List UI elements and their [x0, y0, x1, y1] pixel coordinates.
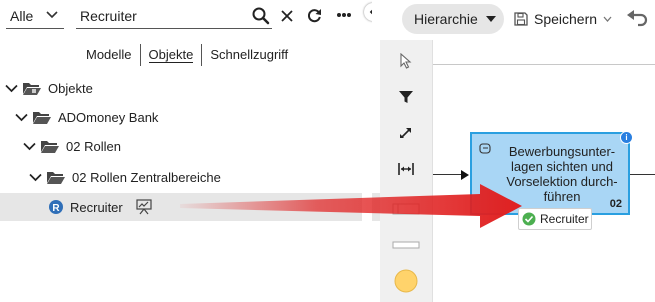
swimlane-line — [433, 64, 655, 65]
svg-text:R: R — [52, 203, 60, 214]
tree-item-label: Recruiter — [70, 199, 123, 215]
lane-shape-tool[interactable] — [380, 194, 432, 224]
tree-item-label: Objekte — [48, 80, 93, 96]
folder-open-icon — [33, 112, 51, 124]
tree-item-label: ADOmoney Bank — [58, 109, 159, 125]
more-options-icon[interactable] — [336, 12, 352, 18]
chevron-down-icon[interactable] — [14, 110, 28, 124]
clear-search-icon[interactable] — [280, 9, 294, 23]
folder-open-icon — [47, 172, 65, 184]
save-button[interactable]: Speichern — [514, 8, 612, 30]
search-input[interactable] — [76, 6, 240, 26]
filter-dropdown[interactable]: Alle — [6, 4, 64, 29]
role-assignment-badge[interactable]: Recruiter — [518, 208, 592, 230]
browser-tabs: Modelle Objekte Schnellzugriff — [78, 42, 296, 68]
presentation-icon[interactable] — [135, 199, 153, 215]
object-browser-panel: Alle Modelle Objekte Schnellzugriff — [0, 0, 410, 302]
activity-title: Bewerbungsunter-lagen sichten und Vorsel… — [506, 144, 618, 204]
tree-item-adomoney-bank[interactable]: ADOmoney Bank — [0, 103, 376, 131]
sequence-flow-arrowhead — [461, 170, 469, 180]
role-badge-label: Recruiter — [540, 212, 589, 226]
tree-item-objekte[interactable]: Objekte — [0, 74, 366, 102]
chevron-down-icon — [46, 11, 58, 19]
refresh-icon[interactable] — [306, 7, 323, 24]
horizontal-distribute-icon — [398, 163, 414, 175]
search-field[interactable] — [76, 4, 272, 29]
check-icon — [522, 212, 536, 226]
save-icon — [514, 12, 528, 26]
activity-number: 02 — [609, 198, 622, 210]
connect-tool[interactable] — [380, 118, 432, 148]
tree-item-label: 02 Rollen Zentralbereiche — [72, 169, 221, 185]
sequence-flow-in[interactable] — [433, 174, 463, 175]
sequence-flow-out[interactable] — [630, 174, 655, 175]
panel-divider[interactable] — [362, 0, 372, 302]
chevron-down-icon[interactable] — [28, 170, 42, 184]
tree-item-recruiter[interactable]: R Recruiter — [0, 193, 410, 221]
hierarchy-dropdown-button[interactable]: Hierarchie — [402, 4, 504, 34]
tree-item-02-rollen-zentralbereiche[interactable]: 02 Rollen Zentralbereiche — [0, 163, 390, 191]
filter-icon — [399, 91, 413, 103]
folder-open-icon — [41, 141, 59, 153]
rectangle-shape-icon — [392, 241, 420, 249]
tree-item-label: 02 Rollen — [66, 138, 121, 154]
activity-type-icon — [479, 143, 491, 154]
select-tool[interactable] — [380, 46, 432, 76]
event-shape-tool[interactable] — [380, 266, 432, 296]
chevron-down-icon[interactable] — [22, 139, 36, 153]
chevron-down-icon[interactable] — [4, 81, 18, 95]
lane-shape-icon — [392, 203, 420, 215]
text-shape-tool[interactable] — [380, 230, 432, 260]
tab-schnellzugriff[interactable]: Schnellzugriff — [201, 44, 296, 66]
chevron-down-icon — [603, 16, 612, 22]
distribute-tool[interactable] — [380, 154, 432, 184]
info-badge[interactable]: i — [620, 131, 633, 144]
save-label: Speichern — [534, 11, 598, 27]
tree-item-02-rollen[interactable]: 02 Rollen — [0, 132, 384, 160]
caret-down-icon — [485, 16, 496, 22]
search-icon[interactable] — [252, 7, 270, 25]
shape-palette — [380, 40, 433, 302]
filter-tool[interactable] — [380, 82, 432, 112]
diagonal-arrows-icon — [400, 128, 411, 138]
pointer-icon — [400, 53, 412, 69]
activity-shape[interactable]: Bewerbungsunter-lagen sichten und Vorsel… — [470, 132, 630, 215]
undo-icon[interactable] — [626, 8, 650, 30]
role-icon: R — [49, 200, 63, 214]
tab-objekte[interactable]: Objekte — [139, 44, 202, 66]
folder-open-icon — [23, 83, 41, 95]
filter-value: Alle — [10, 8, 34, 24]
tab-modelle[interactable]: Modelle — [78, 44, 140, 66]
circle-shape-icon — [394, 269, 418, 293]
hierarchy-label: Hierarchie — [414, 11, 478, 27]
